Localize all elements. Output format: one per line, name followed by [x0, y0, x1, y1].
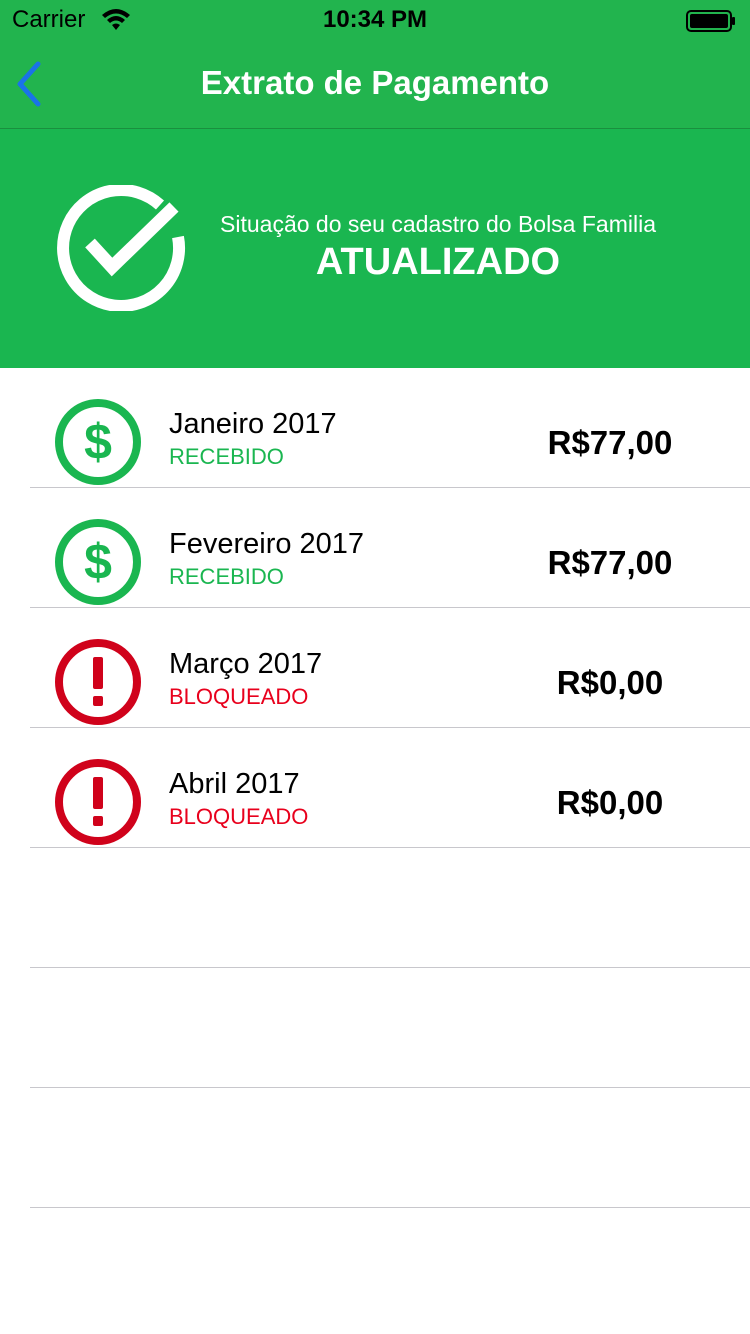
check-circle-icon [57, 185, 186, 311]
payment-amount: R$0,00 [556, 664, 664, 701]
status-bar: Carrier 10:34 PM [0, 0, 750, 40]
payment-month: Março 2017 [169, 648, 323, 680]
payment-status: BLOQUEADO [169, 804, 309, 829]
payment-amount: R$77,00 [547, 544, 673, 581]
registration-status-banner: Situação do seu cadastro do Bolsa Famili… [0, 129, 750, 368]
clock-label: 10:34 PM [322, 6, 428, 33]
payment-row[interactable]: $ Fevereiro 2017 RECEBIDO R$77,00 [30, 488, 750, 608]
payment-row[interactable]: Abril 2017 BLOQUEADO R$0,00 [30, 728, 750, 848]
payment-row[interactable]: Março 2017 BLOQUEADO R$0,00 [30, 608, 750, 728]
payment-amount: R$77,00 [547, 424, 673, 461]
payment-row[interactable]: $ Janeiro 2017 RECEBIDO R$77,00 [30, 368, 750, 488]
empty-row [30, 1088, 750, 1208]
exclamation-circle-icon [55, 639, 141, 725]
registration-status: ATUALIZADO [315, 241, 561, 283]
page-title: Extrato de Pagamento [200, 64, 550, 101]
empty-row [30, 848, 750, 968]
payment-amount: R$0,00 [556, 784, 664, 821]
payment-month: Abril 2017 [169, 768, 300, 800]
payment-status: RECEBIDO [169, 444, 284, 469]
svg-text:$: $ [84, 534, 112, 590]
svg-text:$: $ [84, 414, 112, 470]
payment-status: BLOQUEADO [169, 684, 309, 709]
payments-list: $ Janeiro 2017 RECEBIDO R$77,00 $ Fevere… [0, 368, 750, 1208]
exclamation-circle-icon [55, 759, 141, 845]
dollar-circle-icon: $ [55, 399, 141, 485]
empty-row [30, 968, 750, 1088]
navigation-bar: Extrato de Pagamento [0, 40, 750, 129]
payment-month: Fevereiro 2017 [169, 528, 365, 560]
battery-icon [686, 10, 735, 32]
payment-month: Janeiro 2017 [169, 408, 337, 440]
payment-status: RECEBIDO [169, 564, 284, 589]
registration-subtitle: Situação do seu cadastro do Bolsa Famili… [220, 211, 656, 237]
dollar-circle-icon: $ [55, 519, 141, 605]
